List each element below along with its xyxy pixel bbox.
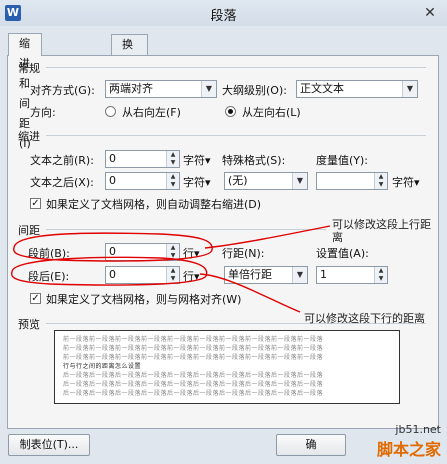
annotation-ink [10,225,331,313]
annotation-bottom-text: 可以修改这段下行的距离 [304,312,425,325]
annotation-arrow-top [204,225,331,249]
annotation-top-text-2: 离 [332,231,343,244]
tab-indent-spacing[interactable]: 缩进和间距(I) [8,33,42,150]
annotation-arrow-bottom [199,273,301,313]
watermark-site: jb51.net [395,423,441,436]
watermark-brand: 脚本之家 [376,440,441,459]
watermark: jb51.net 脚本之家 [377,423,441,460]
annotation-top-text: 可以修改这段上行距 [332,218,431,231]
